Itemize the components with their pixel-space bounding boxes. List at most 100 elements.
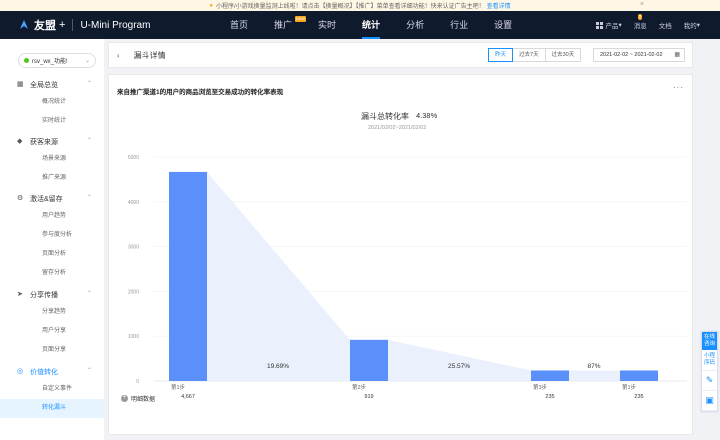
data-label: 235	[545, 394, 554, 400]
sidebar-item[interactable]: 用户分享	[0, 322, 104, 341]
nav-settings[interactable]: 设置	[494, 11, 512, 39]
main-content: ‹ 漏斗详情 昨天 过去7天 过去30天 2021-02-02 ~ 2021-0…	[108, 42, 693, 435]
edit-icon[interactable]: ✎	[702, 371, 717, 391]
nav-analysis[interactable]: 分析	[406, 11, 424, 39]
chevron-up-icon: ⌃	[86, 138, 92, 144]
range-yesterday[interactable]: 昨天	[488, 48, 514, 62]
sidebar-item[interactable]: 留存分析	[0, 264, 104, 283]
sidebar-group-header[interactable]: ◆ 获客来源 ⌃	[0, 134, 104, 150]
app-selector-label: rsv_wx_功能!	[32, 59, 68, 65]
funnel-bar	[620, 370, 658, 381]
products-label: 产品	[605, 23, 619, 30]
range-30days[interactable]: 过去30天	[544, 48, 582, 62]
sidebar-group-header[interactable]: ⚙ 激活&留存 ⌃	[0, 191, 104, 207]
sidebar-item[interactable]: 概况统计	[0, 93, 104, 112]
sidebar-item[interactable]: 页面分析	[0, 245, 104, 264]
brand-logo[interactable]: 友盟 + U-Mini Program	[18, 17, 150, 33]
floating-widget: 在线咨询 小程序码 ✎ ▣	[701, 331, 718, 412]
x-tick-label: 第3步	[533, 383, 548, 391]
sidebar-group-header[interactable]: ◎ 价值转化 ⌃	[0, 364, 104, 380]
sidebar-group-share: ➤ 分享传播 ⌃ 分享趋势 用户分享 页面分享	[0, 287, 104, 360]
docs-link[interactable]: 文档	[659, 20, 672, 30]
funnel-card: 来自推广渠道1的用户的商品浏览至交易成功的转化率表现 ··· 漏斗总转化率 4.…	[108, 74, 693, 435]
sidebar-item[interactable]: 用户趋势	[0, 207, 104, 226]
notice-link[interactable]: 查看详情	[487, 1, 511, 10]
conversion-icon: ◎	[17, 368, 24, 375]
bell-icon: ●	[209, 2, 213, 9]
nav-home[interactable]: 首页	[230, 11, 248, 39]
sidebar-item[interactable]: 参与度分析	[0, 226, 104, 245]
sidebar-item[interactable]: 实时统计	[0, 112, 104, 131]
funnel-connector	[388, 339, 531, 381]
messages-link[interactable]: 2 消息	[633, 14, 647, 30]
page-header: ‹ 漏斗详情 昨天 过去7天 过去30天 2021-02-02 ~ 2021-0…	[108, 42, 693, 68]
sidebar-item[interactable]: 推广来源	[0, 169, 104, 188]
brand-name: 友盟	[34, 20, 56, 32]
calendar-icon: ▦	[674, 52, 680, 58]
sidebar-group-title: 激活&留存	[30, 196, 63, 203]
date-range-picker[interactable]: 2021-02-02 ~ 2021-02-02 ▦	[593, 48, 685, 62]
data-label: 4,667	[181, 394, 195, 400]
notice-text: 小程序/小游戏换量监测上线啦！请点击【换量概况】【推广】菜单查看详细功能！快来认…	[215, 4, 485, 10]
sidebar-item-active[interactable]: 转化漏斗	[0, 399, 104, 418]
sidebar-group-title: 获客来源	[30, 139, 58, 146]
nav-promotion-label: 推广	[274, 20, 293, 30]
nav-promotion[interactable]: 推广 NEW	[274, 11, 307, 39]
sidebar-group-source: ◆ 获客来源 ⌃ 场景来源 推广来源	[0, 134, 104, 188]
sidebar-item[interactable]: 页面分享	[0, 341, 104, 360]
detail-data-toggle[interactable]: + 明细数据	[121, 394, 155, 403]
dashboard-icon: ▦	[17, 81, 24, 88]
sidebar-group-header[interactable]: ▦ 全局总览 ⌃	[0, 77, 104, 93]
data-label: 919	[364, 394, 373, 400]
notice-bar: ● 小程序/小游戏换量监测上线啦！请点击【换量概况】【推广】菜单查看详细功能！快…	[0, 0, 720, 11]
y-tick-label: 4000	[128, 200, 139, 206]
chevron-down-icon: ⌄	[84, 58, 90, 64]
y-tick-label: 2000	[128, 289, 139, 295]
sidebar: rsv_wx_功能! ⌄ ▦ 全局总览 ⌃ 概况统计 实时统计 ◆ 获客来源 ⌃ 场景来…	[0, 39, 104, 440]
x-tick-label: 第1步	[622, 383, 637, 391]
logo-icon	[20, 20, 28, 29]
sidebar-group-header[interactable]: ➤ 分享传播 ⌃	[0, 287, 104, 303]
conversion-rate-label: 87%	[587, 363, 600, 370]
x-tick-label: 第2步	[352, 383, 367, 391]
sidebar-item[interactable]: 自定义事件	[0, 380, 104, 399]
plus-icon: +	[121, 395, 128, 402]
share-icon: ➤	[17, 291, 23, 298]
chevron-left-icon[interactable]: ‹	[117, 51, 120, 60]
sidebar-item[interactable]: 分享趋势	[0, 303, 104, 322]
page-title: 漏斗详情	[133, 50, 166, 60]
y-tick-label: 0	[136, 379, 139, 385]
sidebar-group-conversion: ◎ 价值转化 ⌃ 自定义事件 转化漏斗	[0, 364, 104, 418]
chevron-up-icon: ⌃	[86, 291, 92, 297]
range-7days[interactable]: 过去7天	[512, 48, 546, 62]
chevron-up-icon: ⌃	[86, 195, 92, 201]
messages-label: 消息	[633, 23, 647, 30]
app-selector[interactable]: rsv_wx_功能! ⌄	[18, 53, 96, 68]
new-badge: NEW	[294, 16, 307, 22]
sidebar-group-overview: ▦ 全局总览 ⌃ 概况统计 实时统计	[0, 77, 104, 131]
source-icon: ◆	[17, 138, 23, 145]
mini-program-code-button[interactable]: 小程序码	[702, 350, 717, 371]
funnel-chart: 0 1000 2000 3000 4000 5000 第1步 4,667 第2步 919 第3步 23…	[128, 155, 687, 400]
chevron-down-icon: ▾	[618, 22, 622, 29]
qrcode-icon[interactable]: ▣	[702, 391, 717, 411]
nav-industry[interactable]: 行业	[450, 11, 468, 39]
y-tick-label: 3000	[128, 245, 139, 251]
funnel-bar	[531, 370, 569, 381]
funnel-connector	[207, 171, 350, 381]
close-icon[interactable]: ×	[640, 1, 644, 8]
online-consult-button[interactable]: 在线咨询	[702, 332, 717, 350]
main-menu: 首页 推广 NEW 实时 统计 分析 行业 设置	[230, 11, 538, 39]
chevron-down-icon: ▾	[696, 22, 700, 29]
sidebar-item[interactable]: 场景来源	[0, 150, 104, 169]
brand-divider	[72, 19, 74, 31]
chevron-up-icon: ⌃	[86, 368, 92, 374]
account-menu[interactable]: 我的 ▾	[684, 20, 700, 30]
sidebar-group-title: 全局总览	[30, 82, 58, 89]
nav-statistics[interactable]: 统计	[362, 11, 381, 39]
top-nav: 友盟 + U-Mini Program 首页 推广 NEW 实时 统计 分析 行业…	[0, 11, 720, 39]
nav-realtime[interactable]: 实时	[318, 11, 336, 39]
funnel-bar	[169, 171, 207, 381]
products-menu[interactable]: 产品 ▾	[596, 20, 622, 30]
range-buttons: 昨天 过去7天 过去30天	[488, 48, 582, 62]
